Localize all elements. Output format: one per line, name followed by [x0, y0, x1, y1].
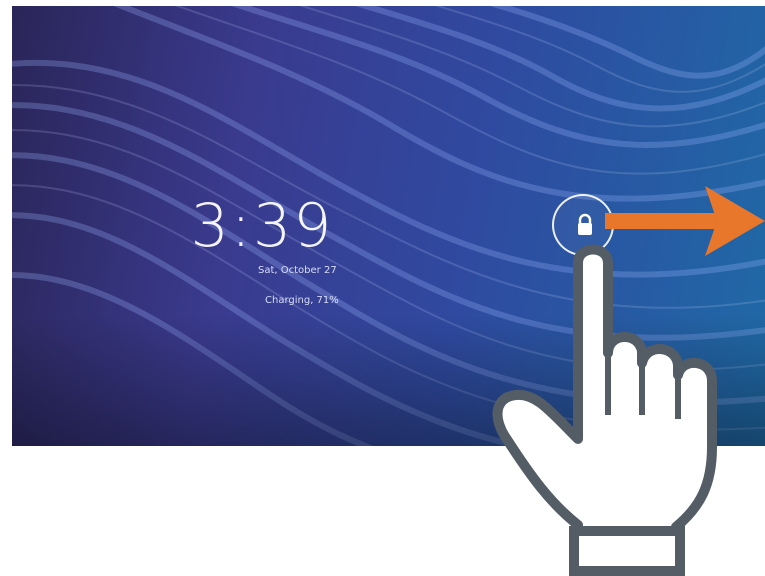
hand-pointer-icon [492, 244, 717, 576]
tutorial-illustration: 3:39 Sat, October 27 Charging, 71% [0, 0, 765, 576]
battery-status: Charging, 71% [265, 295, 339, 306]
lock-clock: 3:39 [190, 191, 334, 261]
lock-icon [578, 213, 592, 235]
lock-date: Sat, October 27 [258, 265, 337, 276]
